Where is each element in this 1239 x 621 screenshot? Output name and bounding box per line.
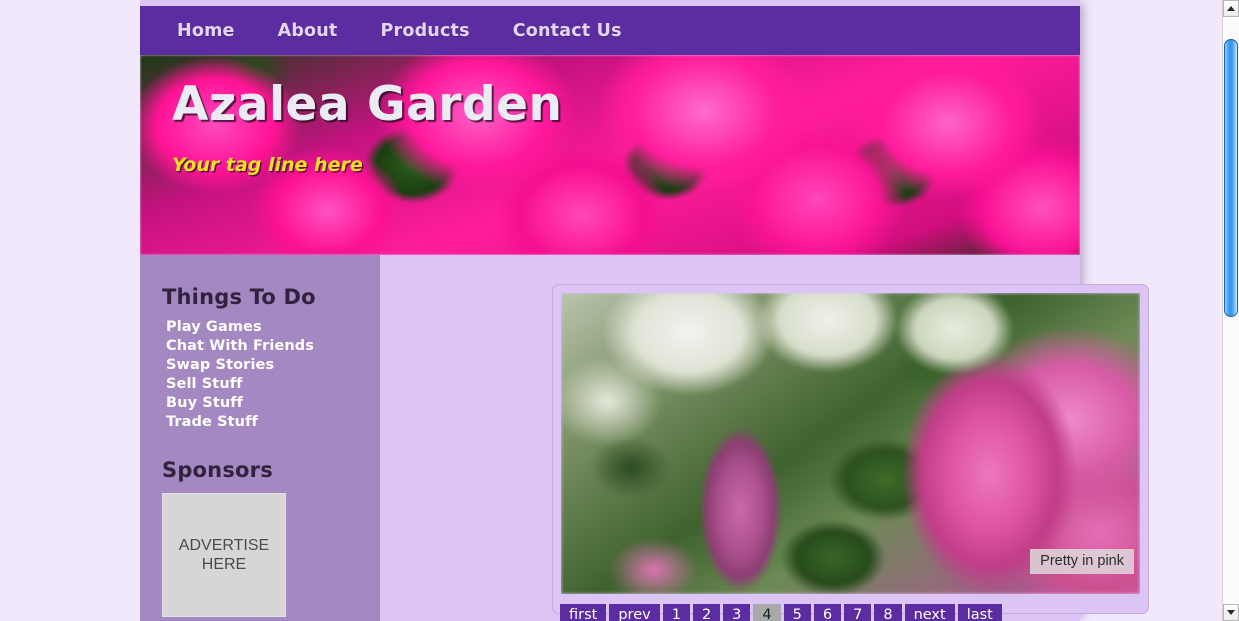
scroll-up-button[interactable] (1223, 0, 1239, 17)
sidebar-link-sell-stuff[interactable]: Sell Stuff (166, 376, 243, 392)
nav-item-products[interactable]: Products (375, 17, 476, 45)
nav-link-home[interactable]: Home (171, 17, 241, 45)
list-item[interactable]: Sell Stuff (166, 374, 380, 393)
main-content: Pretty in pink first prev 1 2 3 4 5 6 7 … (380, 255, 1149, 621)
list-item[interactable]: Chat With Friends (166, 336, 380, 355)
sidebar-link-buy-stuff[interactable]: Buy Stuff (166, 395, 243, 411)
site-title: Azalea Garden (172, 77, 563, 132)
pagination-page-3[interactable]: 3 (723, 604, 751, 621)
nav-item-about[interactable]: About (272, 17, 344, 45)
website-container: Home About Products Contact Us Azalea Ga… (140, 0, 1149, 621)
sidebar-link-chat-with-friends[interactable]: Chat With Friends (166, 338, 314, 354)
advertise-line-1: ADVERTISE (178, 537, 270, 554)
pagination-page-7[interactable]: 7 (844, 604, 872, 621)
gallery-caption: Pretty in pink (1030, 549, 1134, 574)
pagination-next[interactable]: next (904, 604, 955, 621)
site-tagline: Your tag line here (172, 154, 363, 176)
things-to-do-list: Play Games Chat With Friends Swap Storie… (140, 317, 380, 431)
sponsors-heading: Sponsors (162, 458, 273, 482)
sidebar-link-trade-stuff[interactable]: Trade Stuff (166, 414, 258, 430)
pagination-last[interactable]: last (957, 604, 1002, 621)
nav-item-contact-us[interactable]: Contact Us (507, 17, 628, 45)
pagination-page-8[interactable]: 8 (874, 604, 902, 621)
sidebar-link-play-games[interactable]: Play Games (166, 319, 262, 335)
pagination-prev[interactable]: prev (609, 604, 660, 621)
browser-viewport: Home About Products Contact Us Azalea Ga… (0, 0, 1239, 621)
pagination-first[interactable]: first (560, 604, 607, 621)
list-item[interactable]: Swap Stories (166, 355, 380, 374)
list-item[interactable]: Buy Stuff (166, 393, 380, 412)
pagination-page-6[interactable]: 6 (813, 604, 842, 621)
triangle-down-icon (1227, 610, 1235, 615)
scrollbar-track[interactable] (1223, 17, 1239, 604)
gallery-pagination: first prev 1 2 3 4 5 6 7 8 next last (560, 604, 1002, 621)
gallery-panel: Pretty in pink (552, 284, 1149, 614)
main-navigation: Home About Products Contact Us (140, 6, 1080, 55)
nav-item-home[interactable]: Home (171, 17, 241, 45)
triangle-up-icon (1227, 6, 1235, 11)
pagination-page-2[interactable]: 2 (692, 604, 721, 621)
pagination-page-1[interactable]: 1 (662, 604, 690, 621)
vertical-scrollbar[interactable] (1222, 0, 1239, 621)
advertise-line-2: HERE (201, 556, 247, 573)
scroll-down-button[interactable] (1223, 604, 1239, 621)
site-banner: Azalea Garden Your tag line here (140, 55, 1080, 255)
nav-list: Home About Products Contact Us (140, 6, 1080, 55)
advertise-here-text: ADVERTISE HERE (179, 536, 269, 574)
list-item[interactable]: Play Games (166, 317, 380, 336)
list-item[interactable]: Trade Stuff (166, 412, 380, 431)
things-to-do-heading: Things To Do (162, 285, 316, 309)
advertise-here-placeholder[interactable]: ADVERTISE HERE (162, 493, 286, 617)
nav-link-contact-us[interactable]: Contact Us (507, 17, 628, 45)
page-left-gutter (0, 0, 140, 621)
sidebar-link-swap-stories[interactable]: Swap Stories (166, 357, 274, 373)
nav-link-about[interactable]: About (272, 17, 344, 45)
nav-link-products[interactable]: Products (375, 17, 476, 45)
scrollbar-thumb[interactable] (1224, 39, 1238, 317)
gallery-figure: Pretty in pink (561, 293, 1140, 594)
pagination-page-4-current[interactable]: 4 (753, 604, 781, 621)
pagination-page-5[interactable]: 5 (783, 604, 811, 621)
sidebar: Things To Do Play Games Chat With Friend… (140, 255, 380, 621)
